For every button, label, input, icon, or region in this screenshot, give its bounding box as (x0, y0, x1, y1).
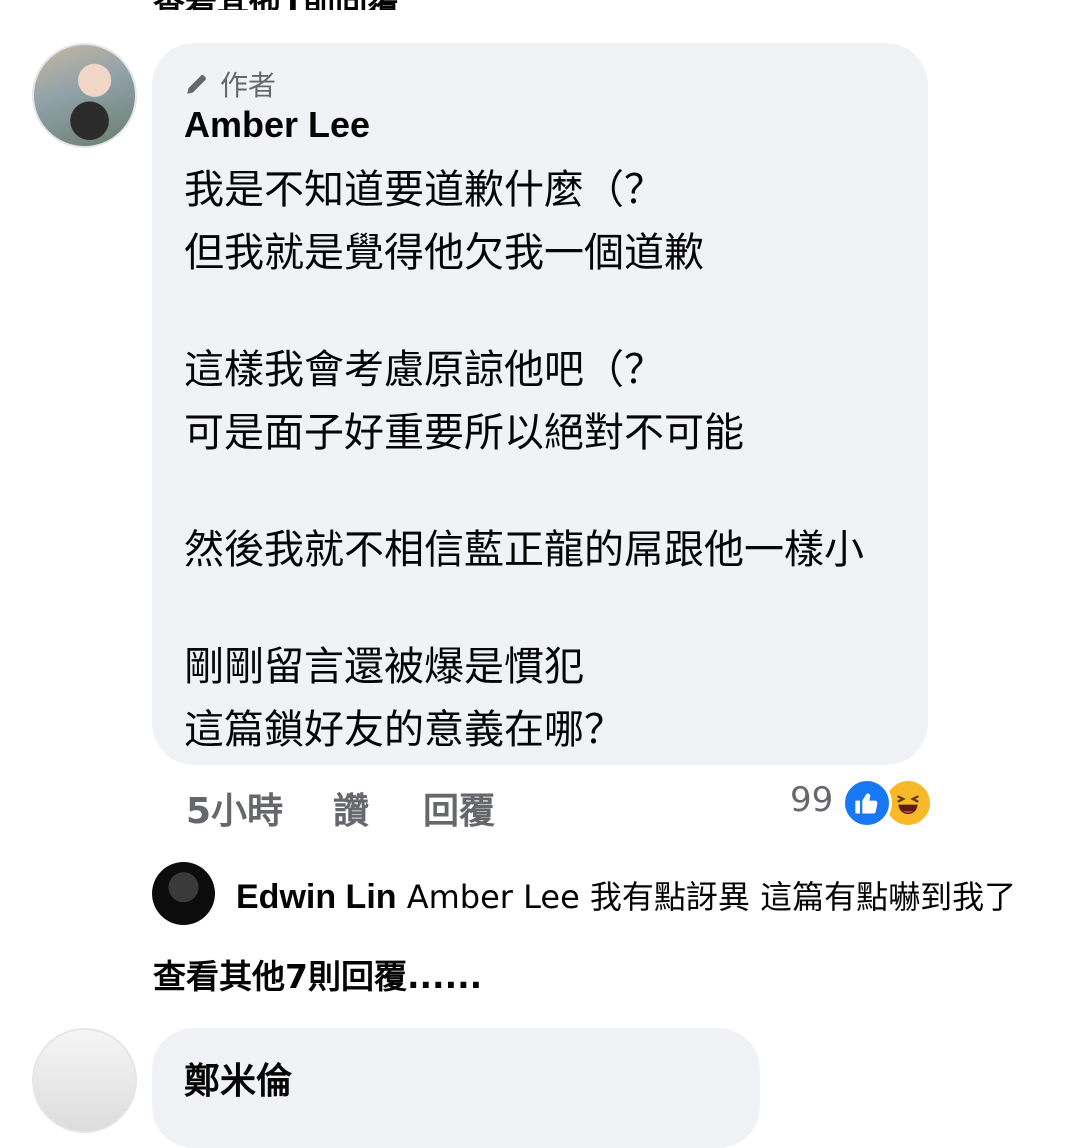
comment-time[interactable]: 5小時 (186, 782, 283, 834)
comment-line: 但我就是覺得他欠我一個道歉 (184, 230, 704, 276)
comment-line: 這樣我會考慮原諒他吧（？ (184, 347, 664, 393)
avatar[interactable] (32, 43, 137, 148)
like-icon (842, 778, 892, 828)
comment-line: 剛剛留言還被爆是慣犯 (184, 644, 584, 690)
comment-line: 這篇鎖好友的意義在哪？ (184, 707, 624, 753)
view-more-replies-top[interactable]: 查看其他1則回覆 (153, 0, 399, 10)
comment-line: 可是面子好重要所以絕對不可能 (184, 410, 744, 456)
pencil-icon (187, 75, 206, 94)
reaction-count[interactable]: 99 (790, 780, 833, 820)
reply-author-name[interactable]: Edwin Lin (236, 878, 397, 916)
like-button[interactable]: 讚 (333, 782, 369, 834)
next-commenter-name[interactable]: 鄭米倫 (184, 1052, 292, 1104)
next-comment-avatar[interactable] (32, 1028, 137, 1133)
comment-line: 然後我就不相信藍正龍的屌跟他一樣小 (184, 527, 864, 573)
commenter-name[interactable]: Amber Lee (184, 104, 370, 146)
reply-text: Amber Lee 我有點訝異 這篇有點嚇到我了 (406, 878, 1017, 916)
reply-button[interactable]: 回覆 (423, 782, 495, 834)
thumbs-up-icon (855, 793, 878, 814)
comment-line: 我是不知道要道歉什麼（？ (184, 167, 664, 213)
reply-preview[interactable]: Edwin Lin Amber Lee 我有點訝異 這篇有點嚇到我了 (236, 872, 1016, 918)
laughing-face-icon (897, 795, 919, 815)
reply-avatar[interactable] (152, 862, 215, 925)
author-badge: 作者 (184, 64, 276, 104)
view-more-replies[interactable]: 查看其他7則回覆...... (153, 950, 482, 998)
author-badge-label: 作者 (220, 69, 277, 102)
